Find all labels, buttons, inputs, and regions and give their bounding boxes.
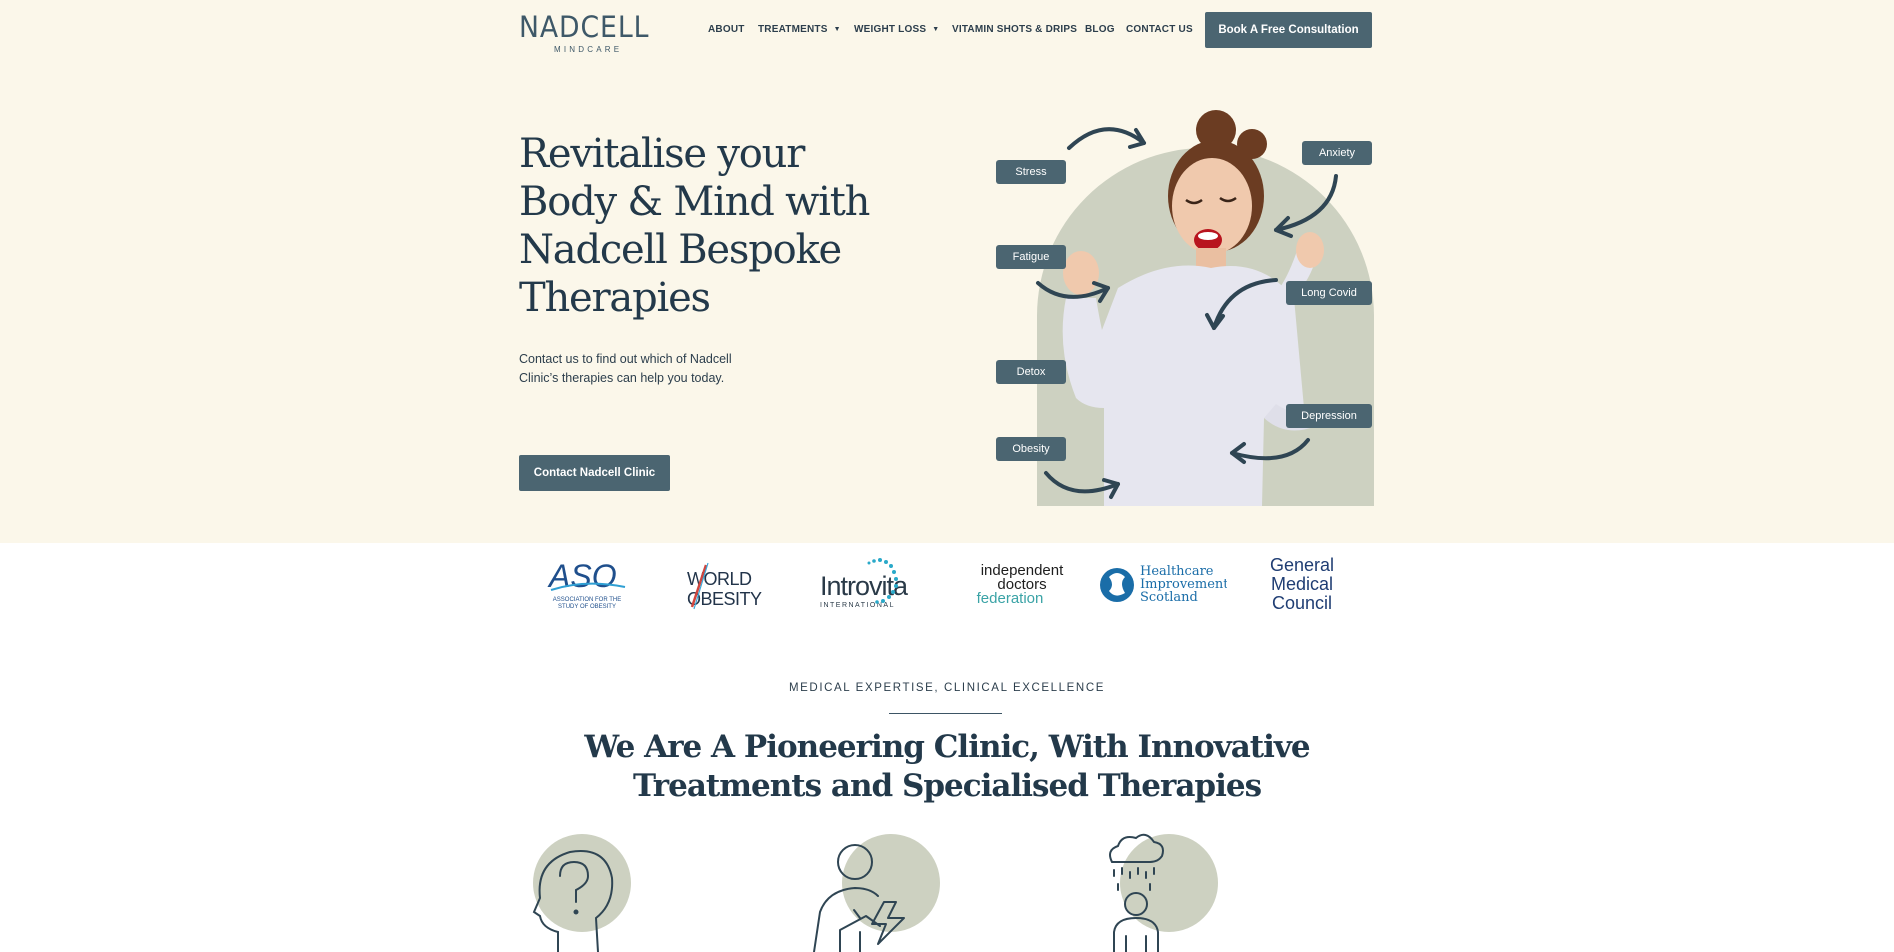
contact-clinic-button[interactable]: Contact Nadcell Clinic (519, 455, 670, 491)
aso-logo-sub2: STUDY OF OBESITY (558, 604, 616, 610)
nav-vitamin-label: VITAMIN SHOTS & DRIPS (952, 24, 1078, 35)
healthcare-improvement-scotland-logo[interactable]: Healthcare Improvement Scotland (1097, 555, 1227, 615)
introvita-logo[interactable]: Introvita INTERNATIONAL (816, 555, 931, 615)
rain-cloud-person-icon (1109, 833, 1164, 952)
nav-weight-loss[interactable]: WEIGHT LOSS ▼ (854, 24, 939, 35)
nav-about[interactable]: ABOUT (708, 24, 745, 35)
logo-tagline: MINDCARE (554, 45, 623, 54)
nav-blog-label: BLOG (1085, 24, 1115, 35)
hero-visual: Stress Anxiety Fatigue Long Covid Detox … (996, 108, 1374, 506)
headline-line-3: Nadcell Bespoke (519, 227, 842, 273)
tag-fatigue: Fatigue (996, 245, 1066, 269)
caret-down-icon: ▼ (833, 26, 841, 33)
gmc-line3: Council (1272, 593, 1332, 613)
idf-line3: federation (977, 590, 1044, 607)
aso-logo[interactable]: ASO ASSOCIATION FOR THE STUDY OF OBESITY (545, 555, 630, 615)
aso-logo-sub1: ASSOCIATION FOR THE (553, 597, 621, 603)
caret-down-icon: ▼ (932, 26, 940, 33)
headline-line-2: Body & Mind with (519, 179, 870, 225)
tag-stress: Stress (996, 160, 1066, 184)
independent-doctors-federation-logo[interactable]: independent doctors federation (967, 555, 1077, 615)
section-eyebrow: MEDICAL EXPERTISE, CLINICAL EXCELLENCE (788, 682, 1105, 694)
partner-logos: ASO ASSOCIATION FOR THE STUDY OF OBESITY… (0, 555, 1894, 625)
gmc-line2: Medical (1271, 574, 1333, 594)
nav-contact-label: CONTACT US (1126, 24, 1193, 35)
his-line3: Scotland (1140, 590, 1198, 605)
section-title-line-2: Treatments and Specialised Therapies (632, 768, 1262, 804)
woman-celebrating-image (1062, 110, 1324, 506)
nav-vitamin-shots[interactable]: VITAMIN SHOTS & DRIPS (952, 24, 1077, 35)
world-obesity-logo[interactable]: WORLD OBESITY (684, 555, 779, 615)
section-title: We Are A Pioneering Clinic, With Innovat… (0, 728, 1894, 806)
feature-head-question-icon (518, 832, 648, 952)
introvita-sub: INTERNATIONAL (820, 602, 895, 609)
tag-obesity: Obesity (996, 437, 1066, 461)
tag-long-covid: Long Covid (1286, 281, 1372, 305)
gmc-line1: General (1270, 555, 1334, 575)
section-title-line-1: We Are A Pioneering Clinic, With Innovat… (584, 729, 1310, 765)
person-lightning-icon (813, 844, 905, 952)
tag-detox: Detox (996, 360, 1066, 384)
hero-lead-text: Contact us to find out which of Nadcell … (519, 352, 732, 385)
headline-line-4: Therapies (519, 275, 711, 321)
nav-treatments-label: TREATMENTS (758, 24, 828, 35)
hero-section: NADCELL MINDCARE ABOUT TREATMENTS ▼ WEIGH… (0, 0, 1894, 543)
section-divider (889, 713, 1002, 714)
tag-depression: Depression (1286, 404, 1372, 428)
nav-treatments[interactable]: TREATMENTS ▼ (758, 24, 841, 35)
book-consultation-button[interactable]: Book A Free Consultation (1205, 12, 1372, 48)
head-question-icon (532, 850, 614, 952)
feature-person-lightning-icon (810, 832, 940, 952)
headline-line-1: Revitalise your (519, 131, 805, 177)
feature-rain-cloud-icon (1100, 832, 1230, 952)
nav-contact-us[interactable]: CONTACT US (1126, 24, 1193, 35)
nav-about-label: ABOUT (708, 24, 745, 35)
site-logo[interactable]: NADCELL MINDCARE (519, 10, 654, 54)
logo-wordmark: NADCELL (519, 10, 650, 44)
nav-blog[interactable]: BLOG (1085, 24, 1115, 35)
hero-headline: Revitalise your Body & Mind with Nadcell… (519, 130, 959, 322)
general-medical-council-logo[interactable]: General Medical Council (1262, 555, 1342, 615)
nav-weight-loss-label: WEIGHT LOSS (854, 24, 927, 35)
tag-anxiety: Anxiety (1302, 141, 1372, 165)
world-obesity-line1: WORLD (687, 569, 752, 589)
